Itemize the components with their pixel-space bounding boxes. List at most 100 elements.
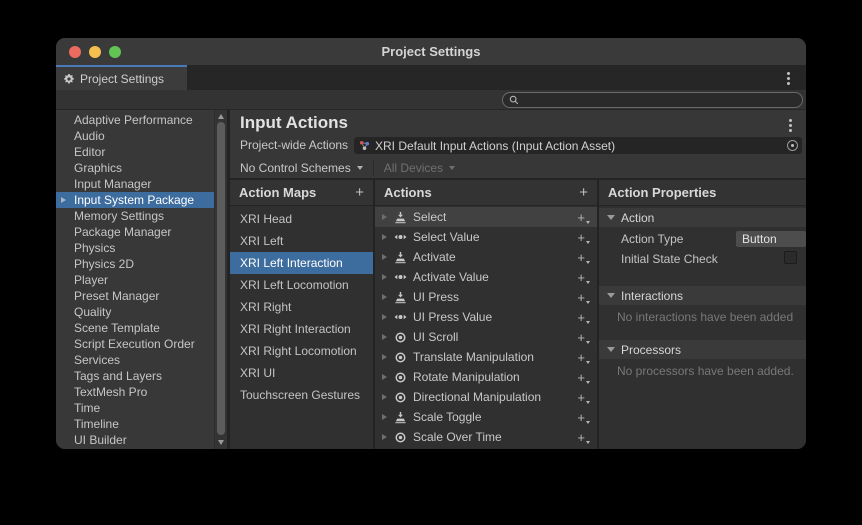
action-maps-list: XRI Head XRI Left XRI Left Interaction X… [230,206,373,406]
passthrough-action-icon [392,351,408,364]
minimize-window-button[interactable] [89,46,101,58]
expand-triangle-icon[interactable] [382,334,387,340]
sidebar-item-graphics[interactable]: Graphics [56,160,214,176]
add-binding-button[interactable]: + [577,431,590,444]
add-binding-button[interactable]: + [577,251,590,264]
add-binding-button[interactable]: + [577,211,590,224]
close-window-button[interactable] [69,46,81,58]
add-binding-button[interactable]: + [577,351,590,364]
interactions-section-header[interactable]: Interactions [599,286,806,305]
action-type-value: Button [742,232,777,246]
action-label: Scale Over Time [413,430,572,444]
action-label: Activate [413,250,572,264]
titlebar[interactable]: Project Settings [56,38,806,65]
sidebar-item-memory-settings[interactable]: Memory Settings [56,208,214,224]
action-map-xri-ui[interactable]: XRI UI [230,362,373,384]
sidebar-item-package-manager[interactable]: Package Manager [56,224,214,240]
asset-object-field[interactable]: XRI Default Input Actions (Input Action … [354,137,802,154]
expand-triangle-icon[interactable] [382,394,387,400]
action-row-select-value[interactable]: Select Value + [375,227,597,247]
search-field[interactable] [502,92,803,108]
action-map-xri-left[interactable]: XRI Left [230,230,373,252]
sidebar-scrollbar[interactable] [214,110,227,449]
add-binding-button[interactable]: + [577,271,590,284]
scroll-up-icon[interactable] [218,114,224,119]
add-binding-button[interactable]: + [577,391,590,404]
action-row-activate[interactable]: Activate + [375,247,597,267]
control-schemes-label: No Control Schemes [240,161,351,175]
sidebar-item-quality[interactable]: Quality [56,304,214,320]
sidebar-item-script-execution-order[interactable]: Script Execution Order [56,336,214,352]
sidebar-item-physics[interactable]: Physics [56,240,214,256]
action-map-touchscreen-gestures[interactable]: Touchscreen Gestures [230,384,373,406]
expand-triangle-icon[interactable] [382,434,387,440]
action-row-rotate-manipulation[interactable]: Rotate Manipulation + [375,367,597,387]
expand-triangle-icon[interactable] [382,294,387,300]
devices-dropdown[interactable]: All Devices [374,158,465,178]
initial-state-check-checkbox[interactable] [784,251,797,264]
action-row-select[interactable]: Select + [375,207,597,227]
sidebar-item-audio[interactable]: Audio [56,128,214,144]
chevron-down-icon [586,381,590,384]
action-row-directional-manipulation[interactable]: Directional Manipulation + [375,387,597,407]
add-binding-button[interactable]: + [577,311,590,324]
tab-project-settings[interactable]: Project Settings [56,65,187,90]
action-map-xri-left-interaction[interactable]: XRI Left Interaction [230,252,373,274]
sidebar-item-timeline[interactable]: Timeline [56,416,214,432]
sidebar-item-physics-2d[interactable]: Physics 2D [56,256,214,272]
input-actions-menu-kebab-icon[interactable] [789,119,792,132]
control-schemes-dropdown[interactable]: No Control Schemes [230,158,373,178]
sidebar-item-textmesh-pro[interactable]: TextMesh Pro [56,384,214,400]
add-binding-button[interactable]: + [577,291,590,304]
action-row-scale-over-time[interactable]: Scale Over Time + [375,427,597,447]
expand-triangle-icon[interactable] [382,254,387,260]
add-action-button[interactable]: + [579,185,588,200]
action-row-activate-value[interactable]: Activate Value + [375,267,597,287]
action-map-xri-left-locomotion[interactable]: XRI Left Locomotion [230,274,373,296]
add-binding-button[interactable]: + [577,411,590,424]
add-binding-button[interactable]: + [577,231,590,244]
sidebar-item-editor[interactable]: Editor [56,144,214,160]
action-map-xri-right-locomotion[interactable]: XRI Right Locomotion [230,340,373,362]
sidebar-item-tags-and-layers[interactable]: Tags and Layers [56,368,214,384]
sidebar-item-services[interactable]: Services [56,352,214,368]
add-binding-button[interactable]: + [577,371,590,384]
sidebar-item-adaptive-performance[interactable]: Adaptive Performance [56,112,214,128]
action-map-xri-right[interactable]: XRI Right [230,296,373,318]
expand-triangle-icon[interactable] [382,314,387,320]
expand-triangle-icon[interactable] [382,374,387,380]
tab-strip: Project Settings [56,65,806,90]
scrollbar-thumb[interactable] [217,122,225,435]
window-menu-kebab-icon[interactable] [787,72,790,85]
zoom-window-button[interactable] [109,46,121,58]
expand-triangle-icon[interactable] [382,414,387,420]
sidebar-item-input-manager[interactable]: Input Manager [56,176,214,192]
sidebar-item-scene-template[interactable]: Scene Template [56,320,214,336]
action-type-dropdown[interactable]: Button [736,231,806,247]
add-binding-button[interactable]: + [577,331,590,344]
sidebar-item-time[interactable]: Time [56,400,214,416]
expand-triangle-icon[interactable] [382,274,387,280]
action-map-xri-right-interaction[interactable]: XRI Right Interaction [230,318,373,340]
action-map-xri-head[interactable]: XRI Head [230,208,373,230]
expand-triangle-icon[interactable] [382,354,387,360]
action-section-header[interactable]: Action [599,208,806,227]
action-row-ui-press[interactable]: UI Press + [375,287,597,307]
expand-triangle-icon[interactable] [382,234,387,240]
action-row-scale-toggle[interactable]: Scale Toggle + [375,407,597,427]
sidebar-item-ui-builder[interactable]: UI Builder [56,432,214,448]
search-input[interactable] [523,94,796,106]
sidebar-item-input-system-package[interactable]: Input System Package [56,192,214,208]
action-label: Activate Value [413,270,572,284]
page-title: Input Actions [240,113,348,133]
action-row-ui-scroll[interactable]: UI Scroll + [375,327,597,347]
object-picker-icon[interactable] [787,140,798,151]
add-action-map-button[interactable]: + [355,185,364,200]
expand-triangle-icon[interactable] [382,214,387,220]
processors-section-header[interactable]: Processors [599,340,806,359]
sidebar-item-preset-manager[interactable]: Preset Manager [56,288,214,304]
sidebar-item-player[interactable]: Player [56,272,214,288]
scroll-down-icon[interactable] [218,440,224,445]
action-row-translate-manipulation[interactable]: Translate Manipulation + [375,347,597,367]
action-row-ui-press-value[interactable]: UI Press Value + [375,307,597,327]
